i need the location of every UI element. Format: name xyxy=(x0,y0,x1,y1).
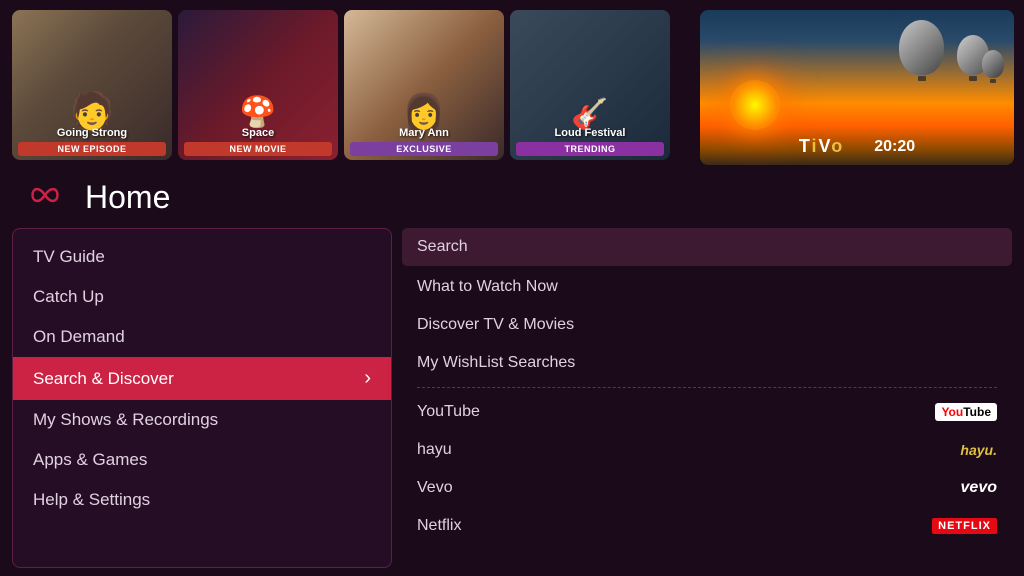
balloon-basket-large xyxy=(918,76,926,81)
thumb-mary-ann[interactable]: 👩 Mary Ann EXCLUSIVE xyxy=(344,10,504,160)
home-icon xyxy=(20,180,70,215)
sun-graphic xyxy=(730,80,780,130)
submenu-discover-tv[interactable]: Discover TV & Movies xyxy=(402,306,1012,344)
submenu-youtube[interactable]: YouTube YouTube xyxy=(402,393,1012,431)
balloon-basket-small xyxy=(990,79,996,83)
menu-item-on-demand[interactable]: On Demand xyxy=(13,317,391,357)
submenu-wishlist[interactable]: My WishList Searches xyxy=(402,344,1012,382)
hayu-logo: hayu. xyxy=(960,442,997,458)
menu-item-help-settings[interactable]: Help & Settings xyxy=(13,480,391,520)
home-section: Home xyxy=(0,175,1024,220)
infinity-icon xyxy=(20,180,70,210)
menu-item-search-discover[interactable]: Search & Discover xyxy=(13,357,391,400)
menu-item-tv-guide[interactable]: TV Guide xyxy=(13,237,391,277)
submenu-what-to-watch[interactable]: What to Watch Now xyxy=(402,268,1012,306)
menu-item-my-shows[interactable]: My Shows & Recordings xyxy=(13,400,391,440)
going-strong-title: Going Strong xyxy=(18,127,166,139)
top-section: 🧑 Going Strong NEW EPISODE 🍄 Space NEW M… xyxy=(0,0,1024,175)
left-menu: TV Guide Catch Up On Demand Search & Dis… xyxy=(12,228,392,568)
thumbnails-row: 🧑 Going Strong NEW EPISODE 🍄 Space NEW M… xyxy=(0,0,700,175)
menu-item-catch-up[interactable]: Catch Up xyxy=(13,277,391,317)
menu-item-apps-games[interactable]: Apps & Games xyxy=(13,440,391,480)
balloon-large xyxy=(899,20,944,81)
submenu-search[interactable]: Search xyxy=(402,228,1012,266)
tivo-logo: TiVo xyxy=(799,136,844,157)
vevo-logo: vevo xyxy=(961,479,997,497)
right-menu: Search What to Watch Now Discover TV & M… xyxy=(402,228,1012,568)
youtube-logo: YouTube xyxy=(935,403,997,421)
balloon-basket-medium xyxy=(969,76,977,81)
submenu-hayu[interactable]: hayu hayu. xyxy=(402,431,1012,469)
thumb-loud-festival[interactable]: 🎸 Loud Festival TRENDING xyxy=(510,10,670,160)
space-title: Space xyxy=(184,127,332,139)
space-badge: NEW MOVIE xyxy=(184,142,332,156)
submenu-divider xyxy=(417,387,997,388)
balloon-small xyxy=(982,50,1004,83)
loud-festival-title: Loud Festival xyxy=(516,127,664,139)
thumb-going-strong[interactable]: 🧑 Going Strong NEW EPISODE xyxy=(12,10,172,160)
home-title: Home xyxy=(85,179,170,216)
tivo-brand-bar: TiVo 20:20 xyxy=(716,136,999,157)
thumb-space[interactable]: 🍄 Space NEW MOVIE xyxy=(178,10,338,160)
tv-preview: TiVo 20:20 xyxy=(700,10,1014,165)
tivo-time: 20:20 xyxy=(874,138,915,156)
loud-festival-badge: TRENDING xyxy=(516,142,664,156)
submenu-vevo[interactable]: Vevo vevo xyxy=(402,469,1012,507)
main-content: TV Guide Catch Up On Demand Search & Dis… xyxy=(0,220,1024,576)
submenu-netflix[interactable]: Netflix NETFLIX xyxy=(402,507,1012,545)
mary-ann-title: Mary Ann xyxy=(350,127,498,139)
going-strong-badge: NEW EPISODE xyxy=(18,142,166,156)
mary-ann-badge: EXCLUSIVE xyxy=(350,142,498,156)
netflix-logo: NETFLIX xyxy=(932,518,997,534)
